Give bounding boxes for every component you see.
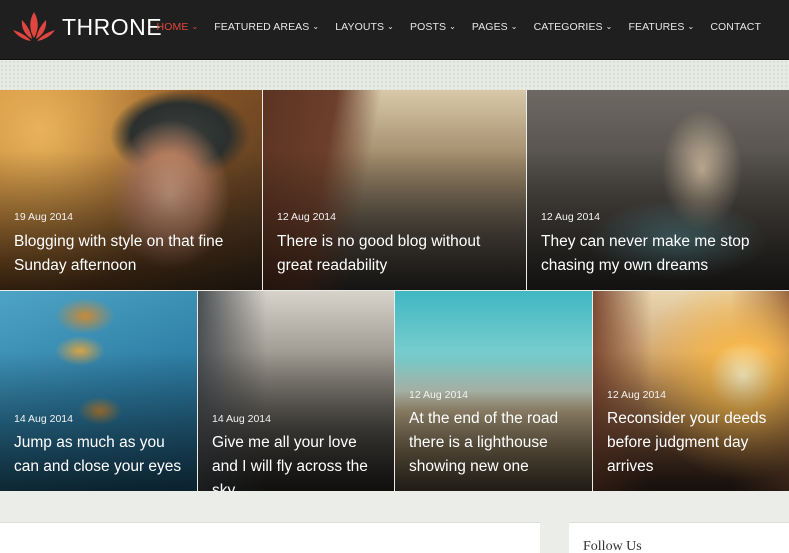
nav-item-posts[interactable]: POSTS ⌄ bbox=[402, 21, 464, 33]
nav-label: CATEGORIES bbox=[533, 21, 603, 33]
chevron-down-icon: ⌄ bbox=[191, 22, 199, 31]
post-tile[interactable]: 19 Aug 2014 Blogging with style on that … bbox=[0, 90, 262, 290]
nav-item-contact[interactable]: CONTACT bbox=[702, 21, 769, 33]
post-title[interactable]: At the end of the road there is a lighth… bbox=[409, 407, 582, 479]
post-date: 12 Aug 2014 bbox=[409, 389, 468, 401]
post-date: 14 Aug 2014 bbox=[212, 413, 271, 425]
nav-label: LAYOUTS bbox=[335, 21, 385, 33]
nav-label: FEATURES bbox=[628, 21, 685, 33]
post-tile[interactable]: 12 Aug 2014 Reconsider your deeds before… bbox=[593, 291, 789, 491]
nav-item-categories[interactable]: CATEGORIES ⌄ bbox=[526, 21, 621, 33]
post-tile[interactable]: 12 Aug 2014 At the end of the road there… bbox=[395, 291, 592, 491]
nav-label: HOME bbox=[156, 21, 189, 33]
post-date: 12 Aug 2014 bbox=[277, 211, 336, 223]
post-date: 19 Aug 2014 bbox=[14, 211, 73, 223]
post-tile[interactable]: 14 Aug 2014 Jump as much as you can and … bbox=[0, 291, 197, 491]
chevron-down-icon: ⌄ bbox=[312, 22, 320, 31]
post-tile[interactable]: 12 Aug 2014 They can never make me stop … bbox=[527, 90, 789, 290]
post-title[interactable]: Jump as much as you can and close your e… bbox=[14, 431, 187, 479]
site-header: THRONE HOME ⌄ FEATURED AREAS ⌄ LAYOUTS ⌄ PO… bbox=[0, 0, 789, 60]
post-title[interactable]: Reconsider your deeds before judgment da… bbox=[607, 407, 779, 479]
nav-label: FEATURED AREAS bbox=[214, 21, 310, 33]
main-content-panel bbox=[0, 522, 540, 553]
nav-item-layouts[interactable]: LAYOUTS ⌄ bbox=[327, 21, 402, 33]
main-nav: HOME ⌄ FEATURED AREAS ⌄ LAYOUTS ⌄ POSTS ⌄ PA… bbox=[149, 21, 769, 33]
post-tile[interactable]: 12 Aug 2014 There is no good blog withou… bbox=[263, 90, 526, 290]
pattern-strip bbox=[0, 60, 789, 90]
site-brand[interactable]: THRONE bbox=[62, 14, 162, 41]
post-title[interactable]: Give me all your love and I will fly acr… bbox=[212, 431, 384, 491]
nav-item-pages[interactable]: PAGES ⌄ bbox=[464, 21, 526, 33]
chevron-down-icon: ⌄ bbox=[387, 22, 394, 31]
chevron-down-icon: ⌄ bbox=[510, 22, 518, 31]
post-title[interactable]: Blogging with style on that fine Sunday … bbox=[14, 230, 252, 278]
post-date: 14 Aug 2014 bbox=[14, 413, 73, 425]
post-title[interactable]: They can never make me stop chasing my o… bbox=[541, 230, 779, 278]
chevron-down-icon: ⌄ bbox=[605, 22, 613, 31]
nav-item-featured-areas[interactable]: FEATURED AREAS ⌄ bbox=[206, 21, 327, 33]
widget-title: Follow Us bbox=[583, 539, 642, 553]
post-date: 12 Aug 2014 bbox=[607, 389, 666, 401]
sidebar-widget: Follow Us bbox=[569, 522, 789, 553]
chevron-down-icon: ⌄ bbox=[687, 22, 695, 31]
nav-label: POSTS bbox=[409, 21, 447, 33]
nav-item-home[interactable]: HOME ⌄ bbox=[149, 21, 207, 33]
nav-label: CONTACT bbox=[710, 21, 761, 33]
nav-label: PAGES bbox=[471, 21, 508, 33]
lotus-logo-icon[interactable] bbox=[12, 8, 56, 48]
chevron-down-icon: ⌄ bbox=[449, 22, 456, 31]
nav-item-features[interactable]: FEATURES ⌄ bbox=[620, 21, 702, 33]
post-title[interactable]: There is no good blog without great read… bbox=[277, 230, 516, 278]
post-date: 12 Aug 2014 bbox=[541, 211, 600, 223]
post-tile[interactable]: 14 Aug 2014 Give me all your love and I … bbox=[198, 291, 394, 491]
